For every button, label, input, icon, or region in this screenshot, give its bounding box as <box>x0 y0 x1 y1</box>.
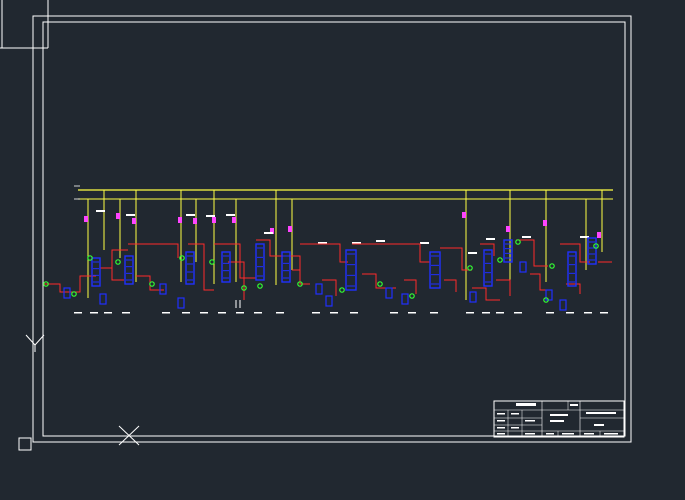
equipment-label <box>104 312 112 314</box>
valve-fitting <box>115 259 121 265</box>
equipment-label <box>430 312 438 314</box>
instrument-tag <box>132 218 136 224</box>
equipment-label <box>200 312 208 314</box>
equipment-label <box>546 312 554 314</box>
process-flow-diagram <box>43 185 613 314</box>
label-mark <box>264 232 273 234</box>
cad-drawing[interactable] <box>0 0 685 500</box>
valve-fitting <box>409 293 415 299</box>
outer-frame <box>32 15 632 443</box>
process-pipe <box>214 243 256 279</box>
process-pipe <box>100 267 124 281</box>
pump-drum <box>177 297 185 309</box>
column-vessel <box>185 251 195 285</box>
pump-drum <box>385 287 393 299</box>
process-pipe <box>444 279 457 292</box>
valve-fitting <box>549 263 555 269</box>
column-vessel <box>483 249 493 287</box>
process-pipe <box>322 279 337 296</box>
title-block <box>493 400 625 438</box>
inner-frame <box>42 21 626 437</box>
process-pipe <box>352 243 430 263</box>
process-pipe <box>440 247 472 271</box>
equipment-label <box>312 312 320 314</box>
column-vessel <box>567 251 577 287</box>
equipment-label <box>584 312 592 314</box>
instrument-tag <box>506 226 510 232</box>
instrument-tag <box>597 232 601 238</box>
pump-drum <box>159 283 167 295</box>
valve-fitting <box>179 255 185 261</box>
label-mark <box>186 214 195 216</box>
column-vessel <box>503 239 513 263</box>
process-pipe <box>188 243 214 291</box>
equipment-label <box>90 312 98 314</box>
process-pipe <box>256 239 301 280</box>
equipment-label <box>330 312 338 314</box>
equipment-label <box>408 312 416 314</box>
label-mark <box>96 210 105 212</box>
process-pipe <box>404 279 417 294</box>
label-mark <box>206 215 215 217</box>
equipment-label <box>600 312 608 314</box>
label-mark <box>486 238 495 240</box>
equipment-label <box>350 312 358 314</box>
column-vessel <box>255 243 265 281</box>
equipment-label <box>236 312 244 314</box>
instrument-tag <box>84 216 88 222</box>
pump-drum <box>63 287 71 299</box>
label-mark <box>522 236 531 238</box>
process-pipe <box>496 279 511 296</box>
equipment-label <box>466 312 474 314</box>
equipment-label <box>276 312 284 314</box>
valve-fitting <box>339 287 345 293</box>
pump-drum <box>315 283 323 295</box>
instrument-tag <box>212 217 216 223</box>
pump-drum <box>559 299 567 311</box>
equipment-label <box>162 312 170 314</box>
instrument-tag <box>116 213 120 219</box>
equipment-label <box>122 312 130 314</box>
label-mark <box>226 214 235 216</box>
column-vessel <box>429 251 441 289</box>
instrument-tag <box>543 220 547 226</box>
column-vessel <box>345 249 357 291</box>
label-mark <box>376 240 385 242</box>
instrument-tag <box>178 217 182 223</box>
equipment-label <box>74 312 82 314</box>
sheet-edge <box>0 0 49 49</box>
valve-fitting <box>257 283 263 289</box>
instrument-tag <box>232 217 236 223</box>
pump-drum <box>519 261 527 273</box>
label-mark <box>126 214 135 216</box>
equipment-label <box>482 312 490 314</box>
pump-drum <box>469 291 477 303</box>
label-mark <box>468 252 477 254</box>
process-pipe <box>300 243 348 263</box>
equipment-label <box>566 312 574 314</box>
equipment-label <box>218 312 226 314</box>
cad-viewport[interactable] <box>0 0 685 500</box>
instrument-tag <box>462 212 466 218</box>
equipment-label <box>496 312 504 314</box>
pump-drum <box>99 293 107 305</box>
valve-fitting <box>377 281 383 287</box>
ucs-icon <box>18 334 45 451</box>
equipment-label <box>182 312 190 314</box>
equipment-label <box>254 312 262 314</box>
pump-drum <box>325 295 333 307</box>
equipment-label <box>514 312 522 314</box>
instrument-tag <box>193 218 197 224</box>
process-pipe <box>530 273 552 291</box>
label-mark <box>420 242 429 244</box>
valve-fitting <box>497 257 503 263</box>
equipment-label <box>390 312 398 314</box>
pump-drum <box>401 293 409 305</box>
instrument-tag <box>288 226 292 232</box>
